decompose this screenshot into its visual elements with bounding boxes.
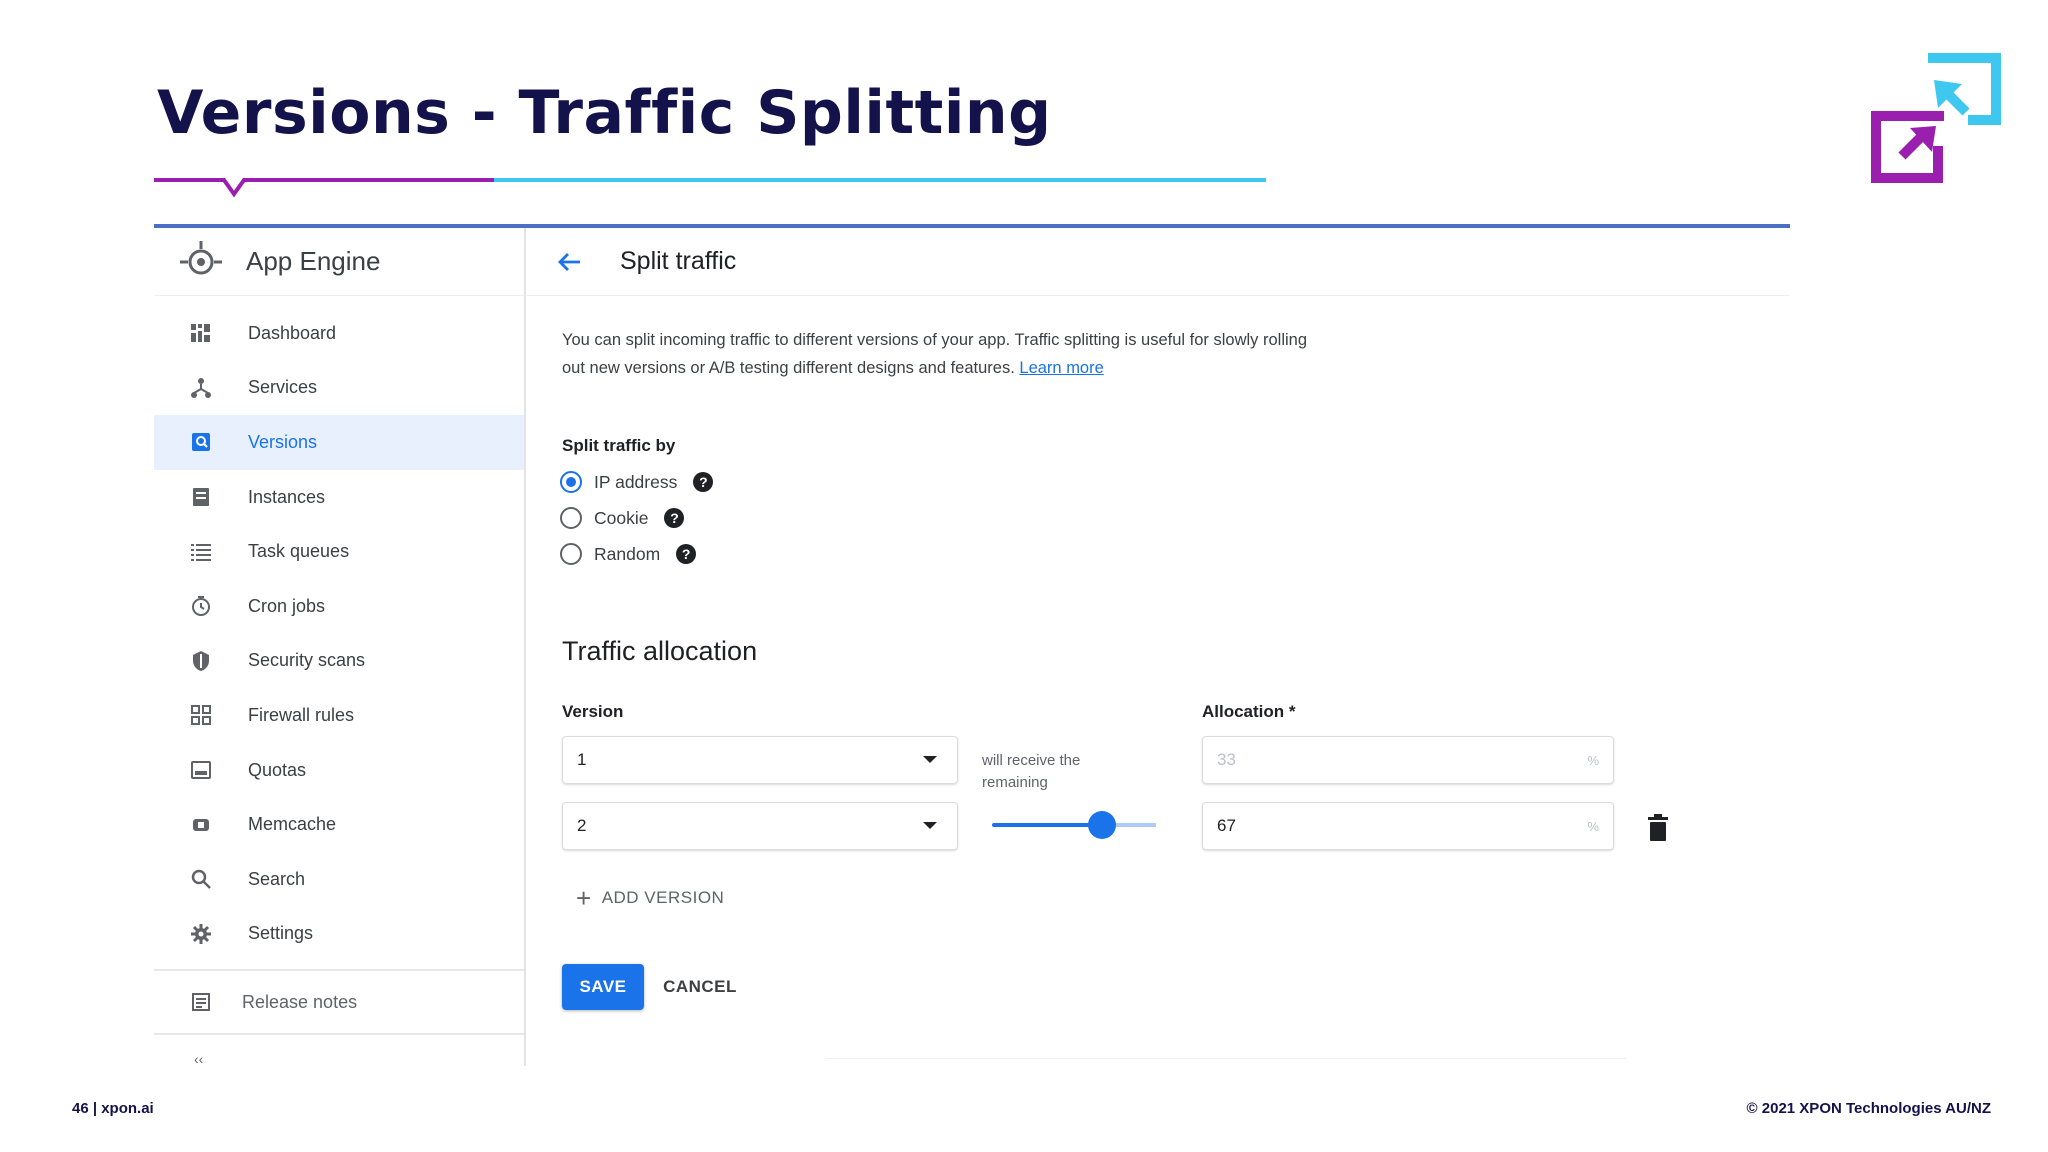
- description: You can split incoming traffic to differ…: [562, 326, 1322, 382]
- trash-icon[interactable]: [1646, 814, 1670, 842]
- allocation-value: 67: [1217, 816, 1236, 835]
- percent-suffix: %: [1587, 818, 1599, 834]
- slider-track[interactable]: [992, 823, 1102, 827]
- sidebar-item-search[interactable]: Search: [154, 852, 524, 907]
- sidebar-item-task-queues[interactable]: Task queues: [154, 524, 524, 579]
- remaining-note: will receive the remaining: [982, 752, 1081, 791]
- cancel-button[interactable]: CANCEL: [652, 964, 748, 1010]
- dropdown-arrow-icon: [923, 756, 937, 763]
- sidebar-item-services[interactable]: Services: [154, 361, 524, 416]
- sidebar-item-cron-jobs[interactable]: Cron jobs: [154, 579, 524, 634]
- sidebar-item-label: Search: [248, 868, 306, 889]
- sidebar-item-security-scans[interactable]: Security scans: [154, 634, 524, 689]
- radio-button[interactable]: [560, 543, 582, 565]
- radio-button[interactable]: [560, 471, 582, 493]
- version-select-value: 2: [577, 816, 587, 835]
- firewall-icon: [188, 702, 214, 728]
- sidebar-item-label: Dashboard: [248, 322, 337, 343]
- sidebar-item-label: Quotas: [248, 759, 307, 780]
- search-icon: [188, 866, 214, 892]
- sidebar-item-instances[interactable]: Instances: [154, 470, 524, 525]
- version-select-value: 1: [577, 750, 587, 769]
- help-icon[interactable]: ?: [676, 544, 697, 564]
- dashboard-icon: [188, 320, 214, 346]
- add-version-label: ADD VERSION: [601, 888, 725, 907]
- plus-icon: +: [576, 883, 592, 913]
- product-name: App Engine: [246, 246, 381, 276]
- split-by-label: Split traffic by: [562, 436, 676, 455]
- clock-icon: [188, 593, 214, 619]
- radio-cookie[interactable]: Cookie ?: [560, 504, 685, 532]
- sidebar-item-label: Cron jobs: [248, 595, 326, 616]
- sidebar-header: App Engine: [154, 228, 524, 296]
- radio-label: IP address: [594, 471, 678, 492]
- dropdown-arrow-icon: [923, 822, 937, 829]
- memcache-icon: [188, 812, 214, 838]
- console-screenshot: App Engine Dashboard Services Versions I…: [154, 224, 1790, 1066]
- allocation-field-2[interactable]: 67 %: [1202, 802, 1614, 850]
- percent-suffix: %: [1587, 752, 1599, 768]
- version-select-2[interactable]: 2: [562, 802, 958, 850]
- sidebar-item-label: Versions: [248, 431, 318, 452]
- sidebar-item-firewall-rules[interactable]: Firewall rules: [154, 688, 524, 743]
- allocation-value: 33: [1217, 750, 1236, 769]
- description-text: You can split incoming traffic to differ…: [562, 331, 1308, 377]
- radio-button[interactable]: [560, 507, 582, 529]
- sidebar-item-label: Settings: [248, 923, 314, 944]
- quotas-icon: [188, 757, 214, 783]
- sidebar-item-label: Task queues: [248, 541, 350, 562]
- panel-divider: [826, 1058, 1626, 1059]
- radio-label: Random: [594, 543, 661, 564]
- learn-more-link[interactable]: Learn more: [1019, 359, 1103, 377]
- sidebar-item-quotas[interactable]: Quotas: [154, 743, 524, 798]
- sidebar-nav: Dashboard Services Versions Instances Ta…: [154, 306, 524, 1066]
- back-arrow-icon[interactable]: [554, 247, 584, 277]
- page-number-footer: 46 | xpon.ai: [72, 1100, 154, 1117]
- sidebar-item-label: Instances: [248, 486, 326, 507]
- slider-thumb[interactable]: [1087, 811, 1116, 839]
- sidebar-item-label: Memcache: [248, 814, 337, 835]
- sidebar: App Engine Dashboard Services Versions I…: [154, 228, 526, 1066]
- sidebar-item-dashboard[interactable]: Dashboard: [154, 306, 524, 361]
- sidebar-item-label: Security scans: [248, 650, 366, 671]
- shield-icon: [188, 648, 214, 674]
- add-version-button[interactable]: + ADD VERSION: [576, 883, 725, 913]
- versions-icon: [188, 429, 214, 455]
- collapse-sidebar-icon[interactable]: ‹‹: [154, 1035, 524, 1066]
- version-select-1[interactable]: 1: [562, 736, 958, 784]
- panel-header: Split traffic: [526, 228, 1790, 296]
- instances-icon: [188, 484, 214, 510]
- radio-ip-address[interactable]: IP address ?: [560, 468, 714, 496]
- release-notes-icon: [188, 989, 214, 1015]
- help-icon[interactable]: ?: [693, 472, 714, 492]
- title-underline: [154, 178, 1266, 198]
- services-icon: [188, 375, 214, 401]
- sidebar-item-versions[interactable]: Versions: [154, 415, 524, 470]
- help-icon[interactable]: ?: [664, 508, 685, 528]
- radio-random[interactable]: Random ?: [560, 540, 697, 568]
- allocation-field-1: 33 %: [1202, 736, 1614, 784]
- sidebar-item-label: Release notes: [242, 991, 358, 1012]
- sidebar-item-label: Firewall rules: [248, 704, 355, 725]
- slide-title: Versions - Traffic Splitting: [157, 78, 1052, 148]
- split-traffic-panel: Split traffic You can split incoming tra…: [526, 228, 1790, 1066]
- page-title: Split traffic: [620, 247, 737, 275]
- allocation-column-label: Allocation *: [1202, 702, 1296, 721]
- app-engine-icon: [180, 240, 222, 274]
- sidebar-item-release-notes[interactable]: Release notes: [154, 971, 524, 1033]
- xpon-logo: [1871, 53, 2001, 183]
- sidebar-item-settings[interactable]: Settings: [154, 907, 524, 962]
- sidebar-item-memcache[interactable]: Memcache: [154, 797, 524, 852]
- sidebar-item-label: Services: [248, 377, 318, 398]
- traffic-allocation-heading: Traffic allocation: [562, 636, 758, 666]
- task-queues-icon: [188, 539, 214, 565]
- gear-icon: [188, 921, 214, 947]
- radio-label: Cookie: [594, 507, 649, 528]
- copyright-footer: © 2021 XPON Technologies AU/NZ: [1746, 1100, 1991, 1117]
- version-column-label: Version: [562, 702, 624, 721]
- save-button[interactable]: SAVE: [562, 964, 644, 1010]
